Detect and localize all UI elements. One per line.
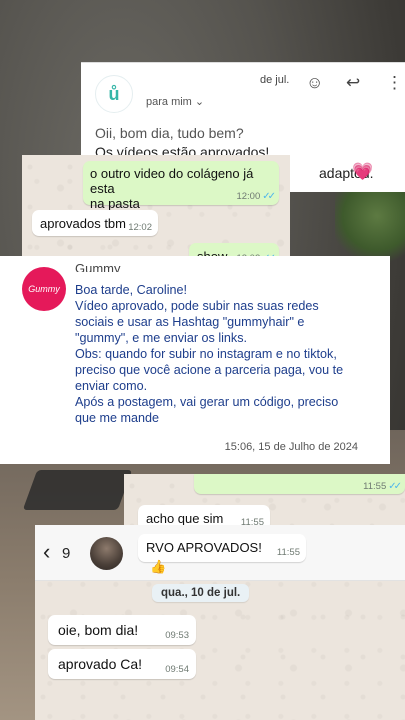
- message-bubble-in[interactable]: RVO APROVADOS! 11:55: [138, 534, 306, 562]
- chevron-down-icon: ⌄: [194, 96, 205, 108]
- thumbs-up-reaction-icon[interactable]: 👍: [150, 559, 166, 575]
- heart-icon: 💗: [352, 162, 374, 181]
- chat-card-1: o outro video do colágeno já esta na pas…: [22, 155, 290, 270]
- sender-logo-icon: ů: [95, 75, 133, 113]
- read-ticks-icon: ✓✓: [262, 191, 276, 202]
- unread-count: 9: [62, 545, 71, 562]
- message-text: RVO APROVADOS!: [146, 540, 262, 555]
- sender-name: Gummy: [75, 261, 121, 272]
- message-time: 12:00: [236, 191, 261, 202]
- reply-icon[interactable]: ↩: [346, 73, 360, 93]
- message-line: Boa tarde, Caroline!: [75, 283, 188, 297]
- message-line: sociais e usar as Hashtag "gummyhair" e: [75, 315, 305, 329]
- message-line: enviar como.: [75, 379, 148, 393]
- read-ticks-icon: ✓✓: [388, 481, 402, 492]
- date-separator: qua., 10 de jul.: [152, 584, 250, 602]
- message-text: aprovado Ca!: [58, 656, 143, 672]
- message-time: 12:02: [128, 222, 152, 233]
- message-body: Boa tarde, Caroline! Vídeo aprovado, pod…: [75, 282, 375, 426]
- message-line: Vídeo aprovado, pode subir nas suas rede…: [75, 299, 319, 313]
- message-time: 11:55: [276, 547, 300, 558]
- chat-card-3: ‹ 9 RVO APROVADOS! 11:55 👍 qua., 10 de j…: [35, 525, 405, 720]
- contact-avatar[interactable]: [90, 537, 123, 570]
- message-text: oie, bom dia!: [58, 622, 139, 638]
- background-keyboard: [22, 470, 133, 510]
- message-line: Após a postagem, vai gerar um código, pr…: [75, 395, 339, 409]
- message-text: acho que sim: [146, 511, 224, 526]
- message-bubble-in[interactable]: aprovados tbm 12:02: [32, 210, 158, 236]
- message-time: 09:54: [165, 664, 189, 675]
- more-icon[interactable]: ⋮: [386, 73, 403, 93]
- message-time: 11:55: [363, 481, 387, 492]
- message-time: 09:53: [165, 630, 189, 641]
- gummy-message-card: Gummy Gummy Boa tarde, Caroline! Vídeo a…: [0, 256, 390, 464]
- message-bubble-in[interactable]: aprovado Ca! 09:54: [48, 649, 196, 679]
- message-timestamp: 15:06, 15 de Julho de 2024: [224, 441, 358, 453]
- back-chevron-icon[interactable]: ‹: [43, 539, 50, 565]
- email-date: de jul.: [260, 74, 290, 86]
- emoji-icon[interactable]: ☺: [306, 73, 323, 93]
- recipient-label[interactable]: para mim ⌄: [146, 95, 204, 108]
- gummy-logo: Gummy: [22, 267, 66, 311]
- message-bubble-out[interactable]: o outro video do colágeno já esta na pas…: [83, 161, 279, 211]
- message-line: Obs: quando for subir no instagram e no …: [75, 347, 337, 361]
- message-line: que me mande: [75, 411, 160, 425]
- message-line: "gummy", e me enviar os links.: [75, 331, 248, 345]
- message-bubble-in[interactable]: oie, bom dia! 09:53: [48, 615, 196, 645]
- message-text: aprovados tbm: [40, 216, 126, 231]
- email-line-1: Oii, bom dia, tudo bem?: [95, 125, 244, 141]
- message-bubble-out[interactable]: 11:55 ✓✓: [194, 474, 405, 494]
- message-line: preciso que você acione a parceria paga,…: [75, 363, 344, 377]
